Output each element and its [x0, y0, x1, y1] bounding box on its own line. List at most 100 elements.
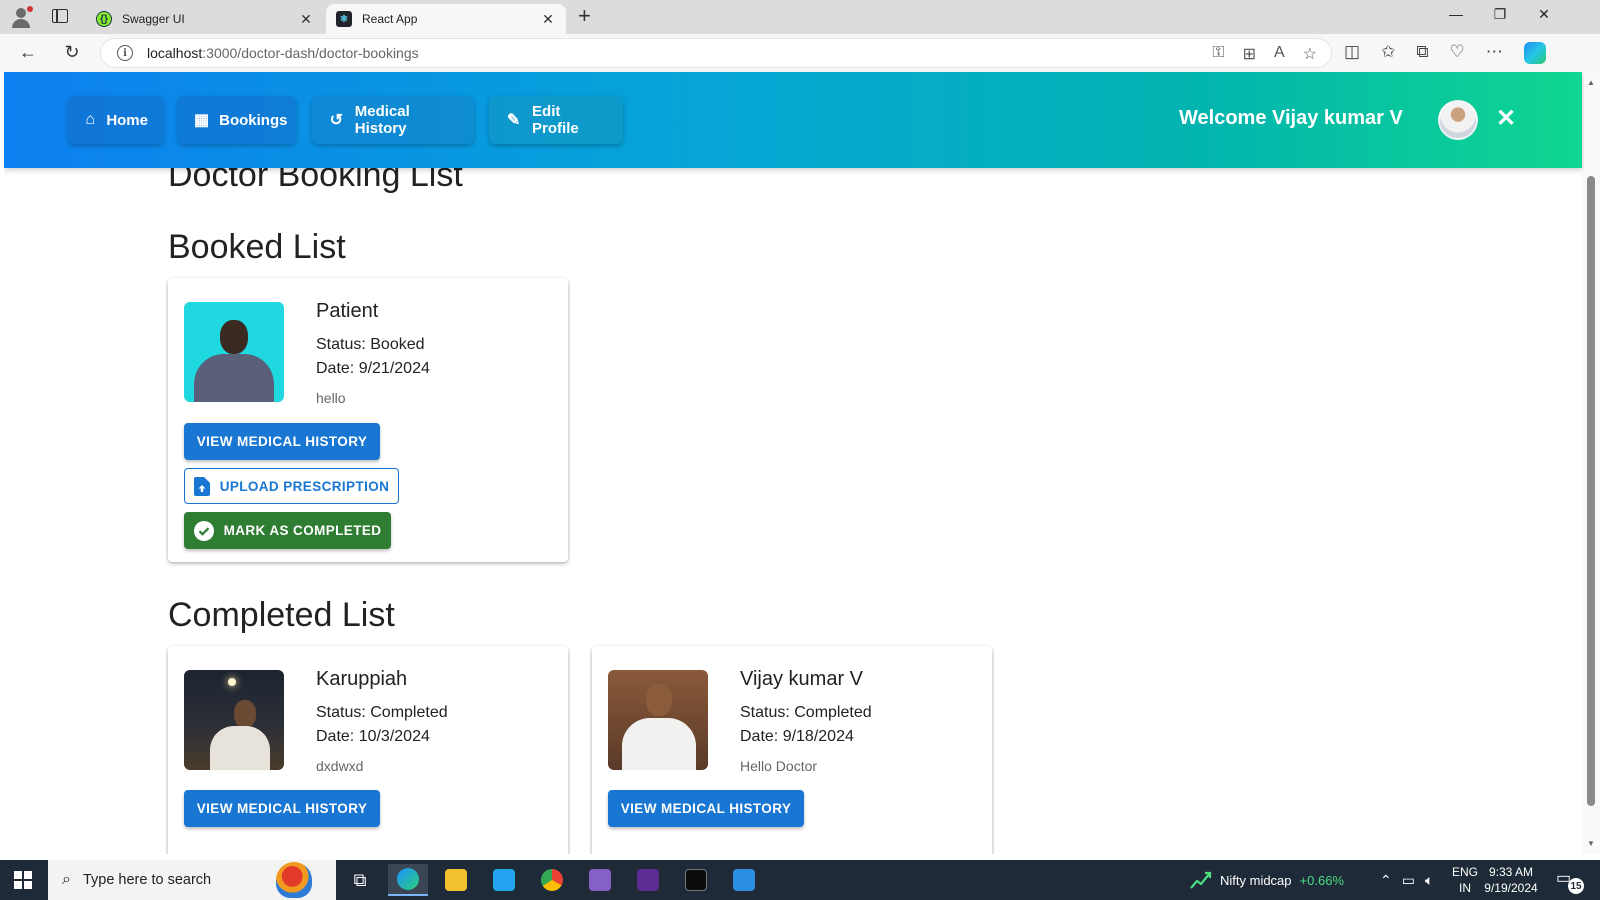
- terminal-purple-icon[interactable]: [628, 864, 668, 896]
- tab-title: React App: [362, 12, 418, 26]
- photos-icon[interactable]: [724, 864, 764, 896]
- chrome-icon[interactable]: [532, 864, 572, 896]
- check-circle-icon: [193, 520, 214, 541]
- page-content: Doctor Booking List Booked List Patient …: [4, 72, 1582, 854]
- completed-card: Vijay kumar V Status: Completed Date: 9/…: [592, 646, 992, 854]
- system-tray: ⌃ ▭ 🔈︎: [1380, 860, 1433, 900]
- more-icon[interactable]: ⋯: [1486, 42, 1503, 64]
- minimize-icon[interactable]: —: [1446, 6, 1466, 22]
- search-highlight-icon: [276, 862, 312, 898]
- collections-icon[interactable]: ⧉: [1416, 42, 1428, 64]
- notification-icon[interactable]: ▭ 15: [1556, 868, 1584, 894]
- nav-edit-profile-button[interactable]: ✎ Edit Profile: [489, 96, 623, 144]
- close-icon[interactable]: ✕: [298, 11, 314, 28]
- clock-time: 9:33 AM: [1488, 865, 1534, 879]
- booking-status: Status: Completed: [316, 704, 448, 721]
- history-icon: ↺: [329, 112, 344, 129]
- button-label: VIEW MEDICAL HISTORY: [620, 801, 792, 816]
- copilot-icon[interactable]: [1523, 42, 1546, 64]
- view-medical-history-button[interactable]: VIEW MEDICAL HISTORY: [184, 790, 380, 827]
- taskbar-search[interactable]: ⌕ Type here to search: [48, 860, 336, 900]
- patient-name: Vijay kumar V: [740, 668, 864, 690]
- tab-actions-icon[interactable]: [52, 9, 68, 23]
- file-explorer-icon[interactable]: [436, 864, 476, 896]
- notification-count: 15: [1568, 878, 1584, 894]
- split-screen-icon[interactable]: ◫: [1344, 42, 1360, 64]
- booking-status: Status: Booked: [316, 336, 425, 353]
- edge-icon[interactable]: [388, 864, 428, 896]
- apps-icon[interactable]: ⊞: [1243, 44, 1256, 64]
- stock-widget[interactable]: Nifty midcap +0.66%: [1190, 860, 1344, 900]
- view-medical-history-button[interactable]: VIEW MEDICAL HISTORY: [608, 790, 804, 827]
- button-label: VIEW MEDICAL HISTORY: [196, 434, 368, 449]
- completed-list-heading: Completed List: [168, 596, 395, 634]
- read-aloud-icon[interactable]: A: [1274, 44, 1285, 64]
- network-icon[interactable]: ▭: [1402, 872, 1415, 889]
- button-label: VIEW MEDICAL HISTORY: [196, 801, 368, 816]
- booking-date: Date: 9/18/2024: [740, 728, 854, 745]
- view-medical-history-button[interactable]: VIEW MEDICAL HISTORY: [184, 423, 380, 460]
- nav-label: Edit Profile: [532, 103, 579, 137]
- clock-date: 9/19/2024: [1484, 881, 1538, 895]
- refresh-icon[interactable]: ↻: [60, 40, 84, 64]
- swagger-icon: {}: [96, 11, 112, 27]
- page-scrollbar[interactable]: ▲ ▼: [1582, 72, 1600, 854]
- upload-prescription-button[interactable]: UPLOAD PRESCRIPTION: [184, 468, 399, 504]
- patient-photo: [184, 302, 284, 402]
- pencil-icon: ✎: [506, 112, 521, 129]
- tab-title: Swagger UI: [122, 12, 185, 26]
- windows-taskbar: ⌕ Type here to search ⧉ Nifty midcap +0.…: [0, 860, 1600, 900]
- calendar-icon: ▦: [194, 112, 210, 129]
- close-icon[interactable]: ✕: [1496, 102, 1516, 136]
- windows-start-icon[interactable]: [14, 871, 32, 889]
- close-icon[interactable]: ✕: [540, 11, 556, 28]
- back-icon[interactable]: ←: [16, 40, 40, 64]
- completed-card: Karuppiah Status: Completed Date: 10/3/2…: [168, 646, 568, 854]
- booking-note: Hello Doctor: [740, 758, 818, 774]
- browser-essentials-icon[interactable]: ♡: [1449, 42, 1464, 64]
- profile-icon[interactable]: [10, 6, 33, 28]
- info-icon[interactable]: i: [117, 45, 133, 61]
- scroll-up-icon[interactable]: ▲: [1587, 78, 1595, 87]
- nav-medical-history-button[interactable]: ↺ Medical History: [312, 96, 474, 144]
- search-icon: ⌕: [62, 871, 71, 888]
- favorites-icon[interactable]: ✩: [1381, 42, 1395, 64]
- terminal-icon[interactable]: [676, 864, 716, 896]
- chevron-up-icon[interactable]: ⌃: [1380, 872, 1392, 889]
- patient-photo: [184, 670, 284, 770]
- address-bar[interactable]: i localhost:3000/doctor-dash/doctor-book…: [100, 38, 1332, 68]
- new-tab-icon[interactable]: +: [578, 5, 591, 27]
- booking-note: dxdwxd: [316, 758, 364, 774]
- volume-icon[interactable]: 🔈︎: [1425, 872, 1433, 889]
- restore-icon[interactable]: ❐: [1490, 6, 1510, 23]
- nav-bookings-button[interactable]: ▦ Bookings: [178, 96, 296, 144]
- key-icon[interactable]: ⚿: [1212, 44, 1224, 64]
- close-window-icon[interactable]: ✕: [1534, 6, 1554, 23]
- nav-home-button[interactable]: ⌂ Home: [68, 96, 164, 144]
- browser-toolbar: ← ↻ i localhost:3000/doctor-dash/doctor-…: [0, 34, 1600, 72]
- stock-chart-icon: [1190, 871, 1212, 889]
- booking-date: Date: 9/21/2024: [316, 360, 430, 377]
- booked-list-heading: Booked List: [168, 228, 346, 266]
- task-view-icon[interactable]: ⧉: [340, 864, 380, 896]
- scroll-down-icon[interactable]: ▼: [1587, 839, 1595, 848]
- tab-react-app[interactable]: ⚛ React App ✕: [326, 4, 566, 34]
- patient-name: Patient: [316, 300, 379, 322]
- patient-name: Karuppiah: [316, 668, 408, 690]
- mark-as-completed-button[interactable]: MARK AS COMPLETED: [184, 512, 391, 549]
- favorite-star-icon[interactable]: ☆: [1303, 44, 1317, 64]
- url-path: :3000/doctor-dash/doctor-bookings: [202, 45, 419, 61]
- nav-label: Home: [106, 111, 148, 129]
- visual-studio-icon[interactable]: [580, 864, 620, 896]
- home-icon: ⌂: [85, 111, 95, 128]
- avatar[interactable]: [1438, 100, 1478, 140]
- ticker-change: +0.66%: [1299, 872, 1344, 888]
- upload-file-icon: [193, 476, 210, 496]
- booking-date: Date: 10/3/2024: [316, 728, 430, 745]
- tab-swagger[interactable]: {} Swagger UI ✕: [86, 4, 324, 34]
- vscode-icon[interactable]: [484, 864, 524, 896]
- clock[interactable]: 9:33 AM 9/19/2024: [1474, 864, 1548, 896]
- booking-status: Status: Completed: [740, 704, 872, 721]
- scroll-thumb[interactable]: [1587, 176, 1595, 806]
- react-icon: ⚛: [336, 11, 352, 27]
